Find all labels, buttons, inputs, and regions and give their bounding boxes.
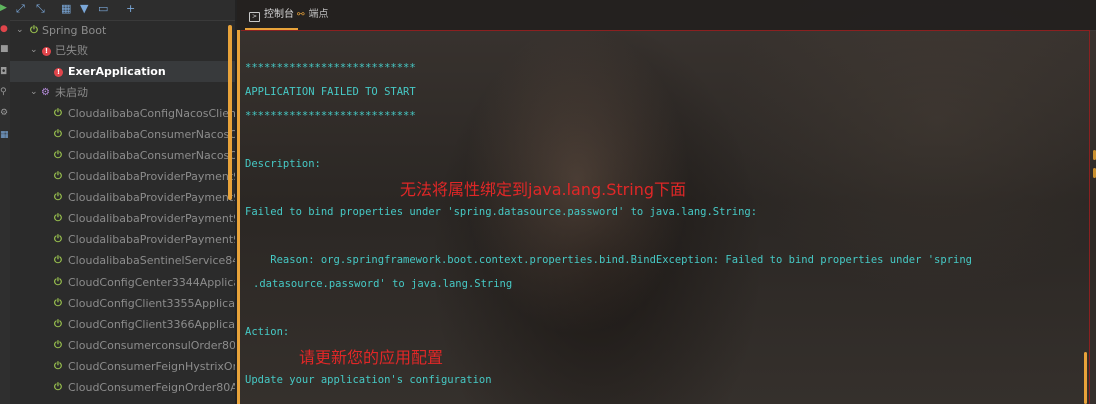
settings-icon[interactable]: ⚙ (0, 109, 8, 118)
console-icon: > (249, 12, 260, 22)
power-icon: ⏻ (54, 277, 62, 288)
tree-node-not-started-group[interactable]: ⌄ ⚙ 未启动 (10, 82, 235, 103)
tab-console-label: 控制台 (264, 9, 294, 20)
tree-node-app[interactable]: ⏻ CloudalibabaConsumerNacosOrder84 (10, 145, 235, 166)
chevron-down-icon[interactable]: ⌄ (30, 82, 38, 103)
tree-node-app[interactable]: ⏻ CloudalibabaSentinelService8401Applicat… (10, 250, 235, 271)
power-icon: ⏻ (54, 234, 62, 245)
error-icon: ! (42, 46, 51, 56)
tree-node-failed-app[interactable]: ! ExerApplication (10, 61, 235, 82)
tree-node-app[interactable]: ⏻ CloudalibabaProviderPayment9004Applicat… (10, 229, 235, 250)
power-icon: ⏻ (30, 25, 38, 36)
tree-node-label: CloudalibabaProviderPayment9003Applicati… (68, 212, 235, 225)
tool-strip: ▶ ● ■ ◘ ⚲ ⚙ ▦ (0, 0, 10, 404)
tree-node-app[interactable]: ⏻ CloudConsumerFeignOrder80Application (10, 377, 235, 398)
console-failed-bind: Failed to bind properties under 'spring.… (245, 206, 758, 218)
tree-node-app[interactable]: ⏻ CloudConsumerFeignHystrixOrder80Applica… (10, 356, 235, 377)
services-tree: ⤢ ⤡ ▦ ▼ ▭ + ⌄ ⏻ Spring Boot ⌄ ! 已失败 ! Ex… (10, 0, 235, 404)
tree-node-label: CloudConfigClient3366Application (68, 318, 235, 331)
tree-node-label: CloudConfigCenter3344Application (68, 276, 235, 289)
console-description-label: Description: (245, 158, 321, 170)
power-icon: ⏻ (54, 213, 62, 224)
breakpoint-icon: ⚯ (297, 10, 305, 20)
collapse-all-icon[interactable]: ⤡ (36, 2, 45, 16)
console-reason-line1: Reason: org.springframework.boot.context… (245, 254, 972, 266)
tree-node-label: CloudalibabaProviderPayment9004Applicati… (68, 233, 235, 246)
annotation-update-note: 请更新您的应用配置 (299, 348, 444, 367)
console-stars-top: *************************** (245, 62, 416, 74)
power-icon: ⏻ (54, 129, 62, 140)
plug-icon[interactable]: ⚲ (0, 88, 8, 97)
console-left-accent (237, 30, 240, 404)
tab-breakpoints-label: 端点 (308, 9, 329, 20)
tree-node-app[interactable]: ⏻ CloudConsumerconsulOrder80Application (10, 335, 235, 356)
tree-node-label: CloudalibabaConsumerNacosOrder84 (68, 149, 235, 162)
tree-node-label: CloudConsumerFeignHystrixOrder80Applicat… (68, 360, 235, 373)
power-icon: ⏻ (54, 298, 62, 309)
power-icon: ⏻ (54, 192, 62, 203)
tree-node-label: CloudalibabaSentinelService8401Applicati… (68, 254, 235, 267)
power-icon: ⏻ (54, 319, 62, 330)
debug-icon[interactable]: ● (0, 25, 8, 34)
stop-icon[interactable]: ■ (0, 45, 9, 54)
tree-scrollbar[interactable] (228, 25, 232, 200)
tree-node-app[interactable]: ⏻ CloudalibabaProviderPayment9001 (10, 166, 235, 187)
tree-node-label: ExerApplication (68, 65, 166, 78)
tree-node-app[interactable]: ⏻ CloudalibabaConsumerNacosOrder83 (10, 124, 235, 145)
chevron-down-icon[interactable]: ⌄ (30, 40, 38, 61)
camera-icon[interactable]: ◘ (0, 68, 8, 77)
tree-node-app[interactable]: ⏻ CloudConfigCenter3344Application (10, 272, 235, 293)
tree-node-label: CloudalibabaConfigNacosClient3377 (68, 107, 235, 120)
console-action-text: Update your application's configuration (245, 374, 492, 386)
tree-node-label: 未启动 (55, 86, 88, 99)
tree-toolbar: ⤢ ⤡ ▦ ▼ ▭ + (10, 0, 235, 21)
tree-node-label: CloudalibabaProviderPayment9002 (68, 191, 235, 204)
console-action-label: Action: (245, 326, 290, 338)
tree-node-label: CloudConsumerconsulOrder80Application (68, 339, 235, 352)
tree-node-app[interactable]: ⏻ CloudalibabaConfigNacosClient3377 (10, 103, 235, 124)
group-icon[interactable]: ▦ (61, 2, 71, 16)
gear-icon: ⚙ (41, 87, 50, 98)
tree-node-label: CloudalibabaConsumerNacosOrder83 (68, 128, 235, 141)
run-icon[interactable]: ▶ (0, 4, 8, 13)
tree-node-app[interactable]: ⏻ CloudalibabaProviderPayment9003Applicat… (10, 208, 235, 229)
error-icon: ! (54, 67, 63, 77)
expand-all-icon[interactable]: ⤢ (16, 2, 25, 16)
tree-node-label: CloudConfigClient3355Application (68, 297, 235, 310)
tree-node-app[interactable]: ⏻ CloudalibabaProviderPayment9002 (10, 187, 235, 208)
filter-icon[interactable]: ▼ (80, 2, 88, 16)
tree-node-app[interactable]: ⏻ CloudConfigClient3355Application (10, 293, 235, 314)
console-stars-bottom: *************************** (245, 110, 416, 122)
chevron-down-icon[interactable]: ⌄ (16, 20, 24, 41)
console-scrollbar[interactable] (1084, 352, 1087, 404)
console-tabbar: > 控制台 ⚯ 端点 (237, 0, 1096, 31)
console-reason-line2: .datasource.password' to java.lang.Strin… (253, 278, 513, 290)
tree-node-label: CloudConsumerFeignOrder80Application (68, 381, 235, 394)
layout-icon[interactable]: ▦ (0, 131, 9, 140)
power-icon: ⏻ (54, 382, 62, 393)
power-icon: ⏻ (54, 255, 62, 266)
console-panel: > 控制台 ⚯ 端点 *************************** APP… (237, 0, 1096, 404)
tree-node-app[interactable]: ⏻ CloudConfigClient3366Application (10, 314, 235, 335)
power-icon: ⏻ (54, 150, 62, 161)
console-failed-title: APPLICATION FAILED TO START (245, 86, 416, 98)
tree-node-label: CloudalibabaProviderPayment9001 (68, 170, 235, 183)
power-icon: ⏻ (54, 340, 62, 351)
power-icon: ⏻ (54, 361, 62, 372)
tree-node-spring-boot[interactable]: ⌄ ⏻ Spring Boot (10, 20, 235, 41)
add-icon[interactable]: + (126, 2, 135, 16)
power-icon: ⏻ (54, 171, 62, 182)
tree-node-label: Spring Boot (42, 24, 107, 37)
tab-breakpoints[interactable]: ⚯ 端点 (297, 0, 329, 30)
view-icon[interactable]: ▭ (98, 2, 108, 16)
tab-console[interactable]: > 控制台 (245, 0, 298, 30)
tree-node-label: 已失败 (55, 44, 88, 57)
tree-node-failed-group[interactable]: ⌄ ! 已失败 (10, 40, 235, 61)
power-icon: ⏻ (54, 108, 62, 119)
annotation-bind-note: 无法将属性绑定到java.lang.String下面 (400, 180, 686, 199)
